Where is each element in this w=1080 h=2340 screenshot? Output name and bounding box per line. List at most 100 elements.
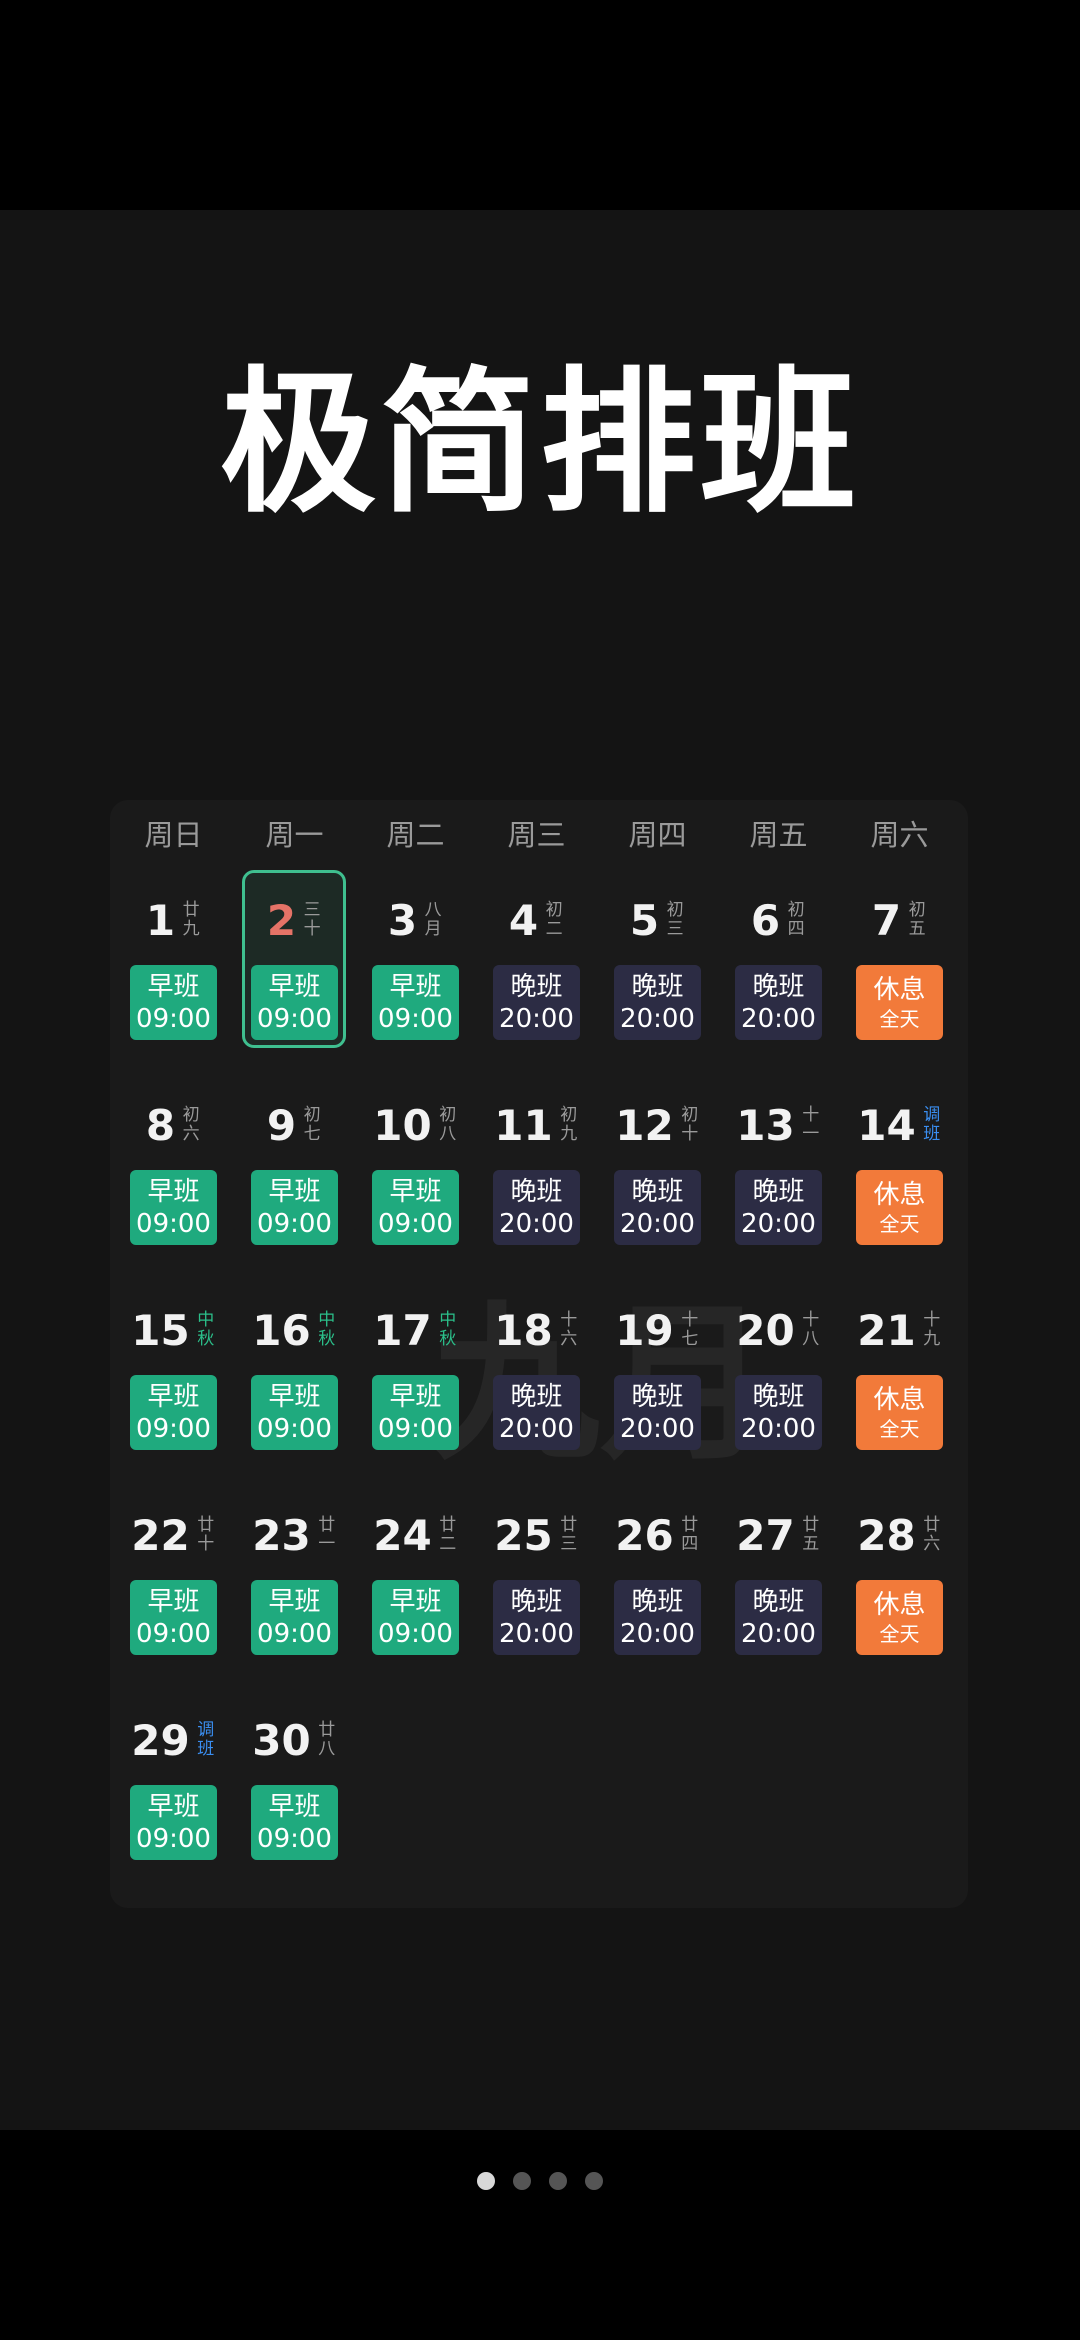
- shift-badge-morning[interactable]: 早班 09:00: [372, 1170, 459, 1245]
- day-cell[interactable]: 16 中秋早班 09:00: [234, 1280, 355, 1470]
- day-cell[interactable]: 6 初四晚班 20:00: [718, 870, 839, 1060]
- day-cell[interactable]: 28 廿六休息 全天: [839, 1485, 960, 1675]
- shift-badge-morning[interactable]: 早班 09:00: [251, 1785, 338, 1860]
- day-cell[interactable]: 14 调班休息 全天: [839, 1075, 960, 1265]
- day-cell[interactable]: 11 初九晚班 20:00: [476, 1075, 597, 1265]
- day-cell[interactable]: 22 廿十早班 09:00: [113, 1485, 234, 1675]
- day-header: 12 初十: [597, 1095, 718, 1155]
- lunar-char: 三: [666, 919, 684, 939]
- day-cell[interactable]: 26 廿四晚班 20:00: [597, 1485, 718, 1675]
- shift-badge-night[interactable]: 晚班 20:00: [735, 1375, 822, 1450]
- lunar-char: 中: [197, 1310, 215, 1330]
- shift-badge-morning[interactable]: 早班 09:00: [130, 1375, 217, 1450]
- day-cell[interactable]: 15 中秋早班 09:00: [113, 1280, 234, 1470]
- day-cell[interactable]: 30 廿八早班 09:00: [234, 1690, 355, 1880]
- day-number: 15: [131, 1305, 190, 1355]
- lunar-char: 九: [923, 1329, 941, 1349]
- day-cell[interactable]: 9 初七早班 09:00: [234, 1075, 355, 1265]
- page-dot[interactable]: [513, 2172, 531, 2190]
- day-header: 14 调班: [839, 1095, 960, 1155]
- day-header: 20 十八: [718, 1300, 839, 1360]
- day-cell[interactable]: 1 廿九早班 09:00: [113, 870, 234, 1060]
- day-header: 15 中秋: [113, 1300, 234, 1360]
- lunar-char: 班: [197, 1739, 215, 1759]
- shift-badge-rest[interactable]: 休息 全天: [856, 1375, 943, 1450]
- shift-badge-morning[interactable]: 早班 09:00: [251, 1580, 338, 1655]
- shift-badge-night[interactable]: 晚班 20:00: [614, 1580, 701, 1655]
- day-number: 26: [615, 1510, 674, 1560]
- lunar-char: 五: [802, 1534, 820, 1554]
- shift-badge-morning[interactable]: 早班 09:00: [251, 965, 338, 1040]
- day-cell[interactable]: 8 初六早班 09:00: [113, 1075, 234, 1265]
- shift-badge-night[interactable]: 晚班 20:00: [493, 1170, 580, 1245]
- day-header: 30 廿八: [234, 1710, 355, 1770]
- lunar-date: 初二: [544, 901, 564, 939]
- shift-badge-morning[interactable]: 早班 09:00: [372, 1375, 459, 1450]
- shift-badge-morning[interactable]: 早班 09:00: [130, 1580, 217, 1655]
- day-cell[interactable]: 27 廿五晚班 20:00: [718, 1485, 839, 1675]
- shift-badge-night[interactable]: 晚班 20:00: [493, 1375, 580, 1450]
- lunar-char: 十: [802, 1310, 820, 1330]
- day-cell[interactable]: 20 十八晚班 20:00: [718, 1280, 839, 1470]
- shift-badge-night[interactable]: 晚班 20:00: [493, 965, 580, 1040]
- day-number: 28: [857, 1510, 916, 1560]
- day-cell[interactable]: 7 初五休息 全天: [839, 870, 960, 1060]
- page-dot[interactable]: [585, 2172, 603, 2190]
- day-cell[interactable]: 12 初十晚班 20:00: [597, 1075, 718, 1265]
- shift-name: 晚班: [510, 1381, 563, 1412]
- day-cell[interactable]: 4 初二晚班 20:00: [476, 870, 597, 1060]
- shift-badge-night[interactable]: 晚班 20:00: [614, 1170, 701, 1245]
- page-dot[interactable]: [477, 2172, 495, 2190]
- shift-name: 晚班: [631, 1176, 684, 1207]
- day-cell[interactable]: 24 廿二早班 09:00: [355, 1485, 476, 1675]
- shift-badge-morning[interactable]: 早班 09:00: [372, 1580, 459, 1655]
- shift-badge-morning[interactable]: 早班 09:00: [130, 1785, 217, 1860]
- shift-badge-morning[interactable]: 早班 09:00: [251, 1375, 338, 1450]
- day-cell[interactable]: 21 十九休息 全天: [839, 1280, 960, 1470]
- shift-badge-night[interactable]: 晚班 20:00: [614, 1375, 701, 1450]
- lunar-date: 初五: [907, 901, 927, 939]
- day-cell[interactable]: 3 八月早班 09:00: [355, 870, 476, 1060]
- shift-badge-night[interactable]: 晚班 20:00: [614, 965, 701, 1040]
- day-number: 8: [145, 1100, 176, 1150]
- day-cell[interactable]: 29 调班早班 09:00: [113, 1690, 234, 1880]
- day-header: 1廿九: [113, 890, 234, 950]
- shift-badge-morning[interactable]: 早班 09:00: [251, 1170, 338, 1245]
- shift-badge-morning[interactable]: 早班 09:00: [130, 965, 217, 1040]
- lunar-char: 秋: [197, 1329, 215, 1349]
- day-cell[interactable]: 13 十一晚班 20:00: [718, 1075, 839, 1265]
- lunar-char: 六: [923, 1534, 941, 1554]
- lunar-char: 廿: [318, 1720, 336, 1740]
- shift-badge-night[interactable]: 晚班 20:00: [735, 1170, 822, 1245]
- lunar-char: 十: [923, 1310, 941, 1330]
- page-indicator[interactable]: [0, 2172, 1080, 2196]
- day-cell[interactable]: 10 初八早班 09:00: [355, 1075, 476, 1265]
- day-number: 27: [736, 1510, 795, 1560]
- shift-badge-night[interactable]: 晚班 20:00: [735, 1580, 822, 1655]
- day-cell[interactable]: 5 初三晚班 20:00: [597, 870, 718, 1060]
- shift-badge-night[interactable]: 晚班 20:00: [493, 1580, 580, 1655]
- shift-time: 全天: [879, 1621, 920, 1646]
- shift-badge-morning[interactable]: 早班 09:00: [372, 965, 459, 1040]
- day-number: 23: [252, 1510, 311, 1560]
- day-cell[interactable]: 19 十七晚班 20:00: [597, 1280, 718, 1470]
- page-dot[interactable]: [549, 2172, 567, 2190]
- day-number: 25: [494, 1510, 553, 1560]
- day-number: 2: [266, 895, 297, 945]
- day-cell[interactable]: 17 中秋早班 09:00: [355, 1280, 476, 1470]
- day-number: 10: [373, 1100, 432, 1150]
- shift-badge-rest[interactable]: 休息 全天: [856, 1170, 943, 1245]
- shift-badge-morning[interactable]: 早班 09:00: [130, 1170, 217, 1245]
- calendar-grid: 1 廿九早班 09:00 2 三十早班 09:00 3 八月早班 09:00 4 初二晚班 20:00…: [110, 800, 968, 1908]
- day-cell[interactable]: 23 廿一早班 09:00: [234, 1485, 355, 1675]
- shift-badge-rest[interactable]: 休息 全天: [856, 1580, 943, 1655]
- day-cell[interactable]: 18 十六晚班 20:00: [476, 1280, 597, 1470]
- day-cell[interactable]: 2 三十早班 09:00: [234, 870, 355, 1060]
- lunar-char: 秋: [439, 1329, 457, 1349]
- day-cell[interactable]: 25 廿三晚班 20:00: [476, 1485, 597, 1675]
- shift-badge-rest[interactable]: 休息 全天: [856, 965, 943, 1040]
- shift-badge-night[interactable]: 晚班 20:00: [735, 965, 822, 1040]
- shift-time: 20:00: [499, 1413, 574, 1444]
- lunar-date: 廿五: [801, 1516, 821, 1554]
- lunar-char: 初: [560, 1105, 578, 1125]
